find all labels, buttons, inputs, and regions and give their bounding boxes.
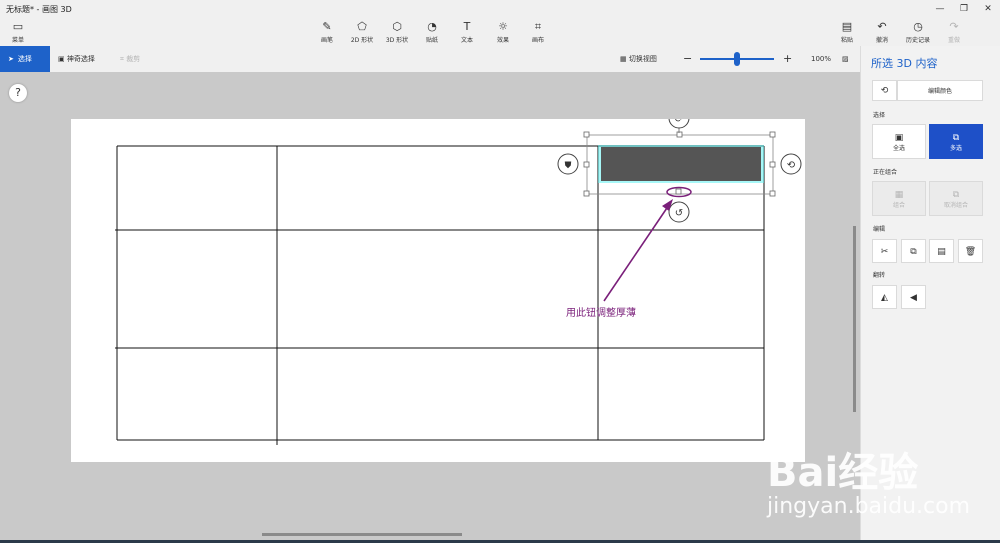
cut-icon: ✂ <box>880 247 889 257</box>
rotate-top-handle[interactable]: ⟳ <box>668 119 690 133</box>
rotate-right-handle[interactable]: ⟲ <box>780 153 802 175</box>
watermark-url: jingyan.baidu.com <box>767 494 971 519</box>
cut-button[interactable]: ✂ <box>872 239 897 263</box>
paste-panel-button[interactable]: ▤ <box>929 239 954 263</box>
ungroup-icon: ⧉ <box>952 190 960 200</box>
undo-icon: ↶ <box>877 20 887 33</box>
ribbon: ▭ 菜单 ✎ 画笔 ⬠ 2D 形状 ⬡ 3D 形状 ◔ 贴纸 T 文本 ☼ 效果… <box>0 18 1000 47</box>
section-edit: 编辑 <box>873 226 886 233</box>
depth-handle[interactable] <box>675 188 682 195</box>
section-flip: 翻转 <box>873 272 886 279</box>
annotation-text: 用此钮调整厚薄 <box>566 308 636 319</box>
copy-icon: ⧉ <box>910 247 917 257</box>
zoom-slider-thumb[interactable] <box>734 52 740 66</box>
close-button[interactable]: ✕ <box>976 0 1000 18</box>
text-icon: T <box>463 20 471 33</box>
sticker-icon: ◔ <box>427 20 437 33</box>
minimize-button[interactable]: — <box>928 0 952 18</box>
baidu-watermark: Bai经验 jingyan.baidu.com <box>765 438 995 528</box>
paste-icon: ▤ <box>841 20 853 33</box>
vertical-scrollbar[interactable] <box>853 226 856 412</box>
cursor-icon: ➤ <box>8 55 14 63</box>
svg-text:⛊: ⛊ <box>565 161 572 171</box>
tool-2d-shapes[interactable]: ⬠ 2D 形状 <box>344 20 380 44</box>
multi-select-button[interactable]: ⧉ 多选 <box>929 124 983 159</box>
zoom-level: 100% <box>811 55 832 63</box>
group-button[interactable]: ▦ 组合 <box>872 181 926 216</box>
toolbar: ➤ 选择 ▣ 神奇选择 ⌗ 裁剪 ▦ 切换视图 − + 100% ▨ <box>0 46 860 73</box>
folder-icon: ▭ <box>12 20 24 33</box>
section-grouping: 正在组合 <box>873 169 898 176</box>
flip-horizontal-button[interactable]: ◭ <box>872 285 897 309</box>
tool-brushes[interactable]: ✎ 画笔 <box>309 20 345 44</box>
copy-button[interactable]: ⧉ <box>901 239 926 263</box>
select-all-icon: ▣ <box>894 133 904 143</box>
grid-icon: ▦ <box>620 55 627 63</box>
group-icon: ▦ <box>894 190 904 200</box>
brush-icon: ✎ <box>322 20 332 33</box>
paste-button[interactable]: ▤ 粘贴 <box>829 20 865 44</box>
redo-button[interactable]: ↷ 重做 <box>936 20 972 44</box>
menu-button[interactable]: ▭ 菜单 <box>0 20 36 44</box>
select-tool-button[interactable]: ➤ 选择 <box>0 46 50 72</box>
svg-text:⟲: ⟲ <box>787 160 796 171</box>
rotate-bottom-handle[interactable]: ↺ <box>668 201 690 223</box>
undo-button[interactable]: ↶ 撤消 <box>864 20 900 44</box>
flip-horizontal-icon: ◭ <box>881 293 888 303</box>
canvas-drawing: ⟳ ⛊ ⟲ ↺ <box>115 119 802 445</box>
tool-3d-shapes[interactable]: ⬡ 3D 形状 <box>379 20 415 44</box>
canvas-icon: ⌗ <box>534 20 542 33</box>
3d-shapes-icon: ⬡ <box>392 20 402 33</box>
help-button[interactable]: ? <box>9 84 27 102</box>
window-title: 无标题* - 画图 3D <box>6 5 72 14</box>
svg-text:⟳: ⟳ <box>675 119 684 125</box>
horizontal-scrollbar[interactable] <box>262 533 462 536</box>
edit-color-button[interactable]: 编辑颜色 <box>897 80 983 101</box>
history-button[interactable]: ◷ 历史记录 <box>900 20 936 44</box>
tool-stickers[interactable]: ◔ 贴纸 <box>414 20 450 44</box>
magic-select-button[interactable]: ▣ 神奇选择 <box>58 46 95 72</box>
panel-title: 所选 3D 内容 <box>871 57 938 70</box>
tool-canvas[interactable]: ⌗ 画布 <box>520 20 556 44</box>
history-revert-button[interactable]: ⟲ <box>872 80 897 101</box>
ungroup-button[interactable]: ⧉ 取消组合 <box>929 181 983 216</box>
crop-button[interactable]: ⌗ 裁剪 <box>120 46 140 72</box>
zoom-out-button[interactable]: − <box>683 46 692 72</box>
crop-icon: ⌗ <box>120 55 124 63</box>
paste-icon: ▤ <box>937 247 946 257</box>
svg-text:↺: ↺ <box>675 208 683 219</box>
rotate-left-handle[interactable]: ⛊ <box>557 153 579 175</box>
flip-vertical-button[interactable]: ◀ <box>901 285 926 309</box>
redo-icon: ↷ <box>949 20 959 33</box>
section-select: 选择 <box>873 112 886 119</box>
annotation-arrow <box>603 199 673 302</box>
watermark-brand: Bai经验 <box>767 450 919 496</box>
effects-icon: ☼ <box>498 20 508 33</box>
delete-icon: 🗑 <box>964 247 977 257</box>
selected-3d-object[interactable] <box>601 147 761 181</box>
magic-select-icon: ▣ <box>58 55 65 63</box>
2d-shapes-icon: ⬠ <box>357 20 367 33</box>
flip-vertical-icon: ◀ <box>910 293 917 303</box>
tool-effects[interactable]: ☼ 效果 <box>485 20 521 44</box>
switch-view-button[interactable]: ▦ 切换视图 <box>620 46 657 72</box>
multi-select-icon: ⧉ <box>952 133 960 143</box>
image-view-icon[interactable]: ▨ <box>842 46 849 72</box>
title-bar: 无标题* - 画图 3D — ❐ ✕ <box>0 0 1000 18</box>
drawing-canvas[interactable]: ⟳ ⛊ ⟲ ↺ 用此钮调整厚薄 <box>71 119 805 462</box>
history-icon: ◷ <box>913 20 923 33</box>
maximize-button[interactable]: ❐ <box>952 0 976 18</box>
tool-text[interactable]: T 文本 <box>449 20 485 44</box>
rotate-reset-icon: ⟲ <box>880 86 889 96</box>
delete-button[interactable]: 🗑 <box>958 239 983 263</box>
zoom-in-button[interactable]: + <box>783 46 792 72</box>
select-all-button[interactable]: ▣ 全选 <box>872 124 926 159</box>
